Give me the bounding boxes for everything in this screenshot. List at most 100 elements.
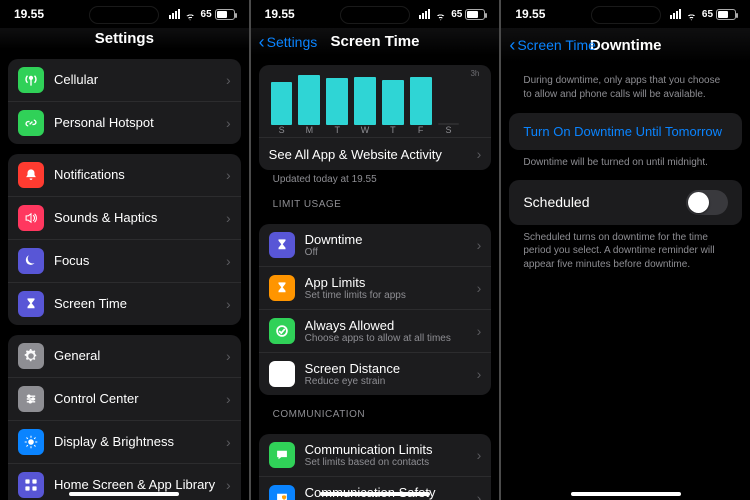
row-sublabel: Set limits based on contacts [305,457,467,468]
row-label: Cellular [54,72,216,87]
wifi-icon [184,8,197,21]
row-label: Screen Distance [305,361,467,376]
see-all-activity-row[interactable]: See All App & Website Activity › [259,137,492,170]
scheduled-label: Scheduled [523,194,589,210]
page-title: Settings [95,30,154,47]
status-icons: 65 [169,8,235,21]
chevron-right-icon: › [477,366,482,382]
hotspot-row[interactable]: Personal Hotspot › [8,101,241,144]
chevron-right-icon: › [226,477,231,493]
wifi-icon [685,8,698,21]
hourglass-icon [269,275,295,301]
alwaysallowed-row[interactable]: Always AllowedChoose apps to allow at al… [259,309,492,352]
chevron-right-icon: › [477,323,482,339]
home-indicator[interactable] [320,492,430,496]
chatshield-icon [269,485,295,500]
usage-chart[interactable]: 3h SMTWTFS [259,65,492,137]
downtime-content[interactable]: During downtime, only apps that you choo… [501,62,750,500]
screentime-content[interactable]: 3h SMTWTFS See All App & Website Activit… [251,55,500,500]
row-sublabel: Reduce eye strain [305,376,467,387]
nav-header: ‹ Screen Time Downtime [501,28,750,62]
check-icon [269,318,295,344]
downtime-row[interactable]: DowntimeOff› [259,224,492,266]
screendistance-row[interactable]: Screen DistanceReduce eye strain › [259,352,492,395]
row-label: App Limits [305,275,467,290]
downtime-intro: During downtime, only apps that you choo… [509,62,742,103]
chevron-right-icon: › [226,348,231,364]
chevron-right-icon: › [477,490,482,500]
screentime-row[interactable]: Screen Time› [8,282,241,325]
scheduled-switch[interactable] [686,190,728,215]
moon-icon [18,248,44,274]
wifi-icon [434,8,447,21]
status-time: 19.55 [515,7,545,21]
chevron-right-icon: › [226,115,231,131]
focus-row[interactable]: Focus› [8,239,241,282]
row-sublabel: Choose apps to allow at all times [305,333,467,344]
back-button[interactable]: ‹ Settings [259,33,318,51]
status-bar: 19.55 65 [501,0,750,28]
settings-screen: 19.55 65 Settings Cellular›Personal Hots… [0,0,249,500]
nav-header: Settings [0,28,249,49]
chart-x-label: T [326,125,348,135]
row-label: Control Center [54,391,216,406]
sounds-row[interactable]: Sounds & Haptics› [8,196,241,239]
chevron-right-icon: › [477,146,482,162]
chevron-right-icon: › [226,391,231,407]
see-all-label: See All App & Website Activity [269,147,467,162]
cellular-signal-icon [419,9,430,19]
settings-group: Notifications›Sounds & Haptics›Focus›Scr… [8,154,241,325]
chevron-right-icon: › [477,237,482,253]
communication-group: Communication LimitsSet limits based on … [259,434,492,500]
display-row[interactable]: Display & Brightness› [8,420,241,463]
row-label: General [54,348,216,363]
settings-group: Cellular› Personal Hotspot › [8,59,241,144]
chevron-left-icon: ‹ [509,36,515,54]
cellular-row[interactable]: Cellular› [8,59,241,101]
applimits-row[interactable]: App LimitsSet time limits for apps › [259,266,492,309]
row-label: Personal Hotspot [54,115,216,130]
bell-icon [18,162,44,188]
controlcenter-row[interactable]: Control Center › [8,377,241,420]
settings-group: General›Control Center›Display & Brightn… [8,335,241,500]
commlimits-row[interactable]: Communication LimitsSet limits based on … [259,434,492,476]
chevron-right-icon: › [477,280,482,296]
row-label: Downtime [305,232,467,247]
sliders-icon [18,386,44,412]
row-label: Focus [54,253,216,268]
row-sublabel: Set time limits for apps [305,290,467,301]
turn-on-downtime-button[interactable]: Turn On Downtime Until Tomorrow [509,113,742,150]
commsafety-row[interactable]: Communication SafetyProtect from sensiti… [259,476,492,500]
chart-bar [410,77,432,126]
home-indicator[interactable] [571,492,681,496]
turn-on-label: Turn On Downtime Until Tomorrow [523,124,722,139]
page-title: Downtime [590,37,662,54]
chart-bar [271,82,293,125]
back-button[interactable]: ‹ Screen Time [509,36,596,54]
home-indicator[interactable] [69,492,179,496]
chart-bar [298,75,320,125]
row-label: Home Screen & App Library [54,477,216,492]
downtime-screen: 19.55 65 ‹ Screen Time Downtime During d… [501,0,750,500]
cellular-signal-icon [670,9,681,19]
chart-bar [354,77,376,126]
general-row[interactable]: General › [8,335,241,377]
turn-on-note: Downtime will be turned on until midnigh… [509,150,742,172]
chart-x-label: F [410,125,432,135]
chevron-right-icon: › [477,447,482,463]
settings-list[interactable]: Cellular›Personal Hotspot›Notifications›… [0,49,249,500]
chart-bar [438,123,460,125]
limit-usage-group: DowntimeOff›App LimitsSet time limits fo… [259,224,492,395]
back-label: Settings [267,34,318,50]
activity-group: 3h SMTWTFS See All App & Website Activit… [259,65,492,170]
hourglass-icon [18,291,44,317]
chart-x-axis: SMTWTFS [271,125,480,135]
back-label: Screen Time [517,37,596,53]
speaker-icon [18,205,44,231]
chevron-right-icon: › [226,434,231,450]
cellular-signal-icon [169,9,180,19]
gear-icon [18,343,44,369]
battery-indicator: 65 [451,9,485,20]
updated-text: Updated today at 19.55 [259,170,492,185]
notifications-row[interactable]: Notifications› [8,154,241,196]
